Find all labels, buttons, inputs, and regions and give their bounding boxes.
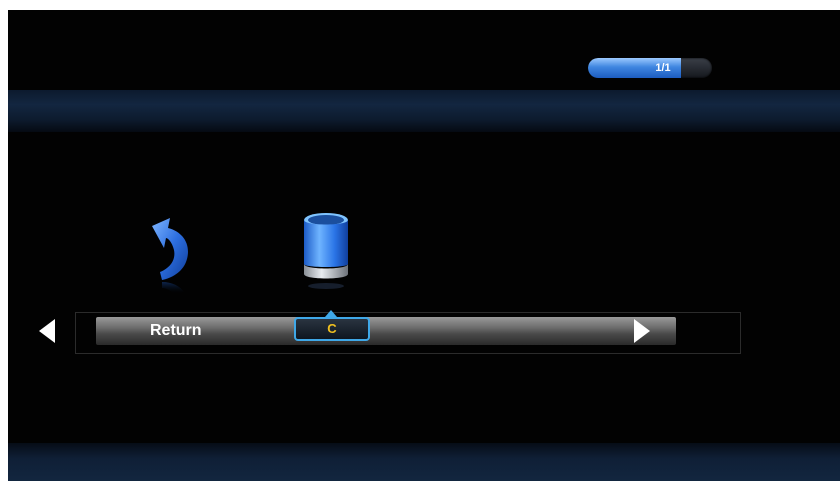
- return-arrow-icon[interactable]: [146, 216, 198, 296]
- header-band: [8, 90, 840, 132]
- key-hint-badge[interactable]: C: [294, 317, 370, 341]
- right-arrow-icon[interactable]: [634, 319, 650, 343]
- left-arrow-icon[interactable]: [39, 319, 55, 343]
- screen: 1/1 Return C: [8, 10, 840, 481]
- footer-band: [8, 443, 840, 481]
- key-hint-caret: [325, 310, 337, 317]
- menu-item-label: Return: [150, 322, 202, 339]
- page-indicator-text: 1/1: [655, 62, 671, 74]
- page-indicator: 1/1: [588, 58, 712, 78]
- trash-bin-icon[interactable]: [298, 210, 354, 294]
